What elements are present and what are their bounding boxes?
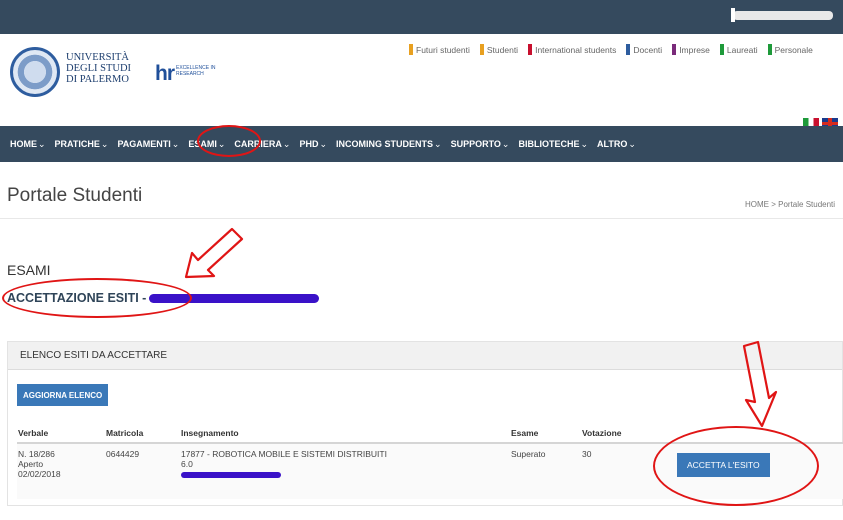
verbale-number: N. 18/286 [18,449,55,459]
cell-esame: Superato [511,449,546,459]
table-header: Verbale Matricola Insegnamento Esame Vot… [17,424,843,444]
nav-supporto[interactable]: SUPPORTO⌄ [451,139,510,150]
hr-subtext: EXCELLENCE IN RESEARCH [176,65,216,77]
cell-verbale: N. 18/286 Aperto 02/02/2018 [17,449,106,499]
cell-insegnamento: 17877 - ROBOTICA MOBILE E SISTEMI DISTRI… [181,449,511,499]
chevron-down-icon: ⌄ [171,138,180,149]
user-name-redacted [731,8,833,22]
breadcrumb-current: Portale Studenti [769,200,835,209]
site-header: UNIVERSITÀ DEGLI STUDI DI PALERMO hr EXC… [0,34,843,129]
subsection-title-text: ACCETTAZIONE ESITI - [7,291,147,305]
column-header-votazione[interactable]: Votazione [582,428,642,438]
breadcrumb: HOMEPortale Studenti [745,200,835,209]
link-futuri-studenti[interactable]: Futuri studenti [409,44,470,55]
audience-links: Futuri studenti Studenti International s… [409,44,813,55]
results-panel: ELENCO ESITI DA ACCETTARE AGGIORNA ELENC… [7,341,843,506]
link-docenti[interactable]: Docenti [626,44,662,55]
university-name-line: DEGLI STUDI [66,63,132,74]
verbale-status: Aperto [18,459,44,469]
chevron-down-icon: ⌄ [434,138,442,149]
university-name-line: DI PALERMO [66,74,129,85]
university-name[interactable]: UNIVERSITÀ DEGLI STUDI DI PALERMO [66,52,131,85]
column-header-esame[interactable]: Esame [511,428,582,438]
hr-mark: hr [155,62,175,85]
nav-pagamenti[interactable]: PAGAMENTI⌄ [117,139,179,150]
top-bar [0,0,843,34]
cell-matricola: 0644429 [106,449,140,459]
column-header-matricola[interactable]: Matricola [106,428,181,438]
refresh-list-button[interactable]: AGGIORNA ELENCO [17,384,109,406]
section-title: ESAMI [7,262,51,278]
hr-excellence-logo[interactable]: hr EXCELLENCE IN RESEARCH [155,62,215,86]
nav-altro[interactable]: ALTRO⌄ [597,139,636,150]
link-laureati[interactable]: Laureati [719,44,758,55]
nav-esami[interactable]: ESAMI⌄ [188,139,225,150]
chevron-down-icon: ⌄ [319,138,328,149]
cell-votazione: 30 [582,449,592,459]
nav-incoming-students[interactable]: INCOMING STUDENTS⌄ [336,139,442,150]
chevron-down-icon: ⌄ [38,138,46,149]
chevron-down-icon: ⌄ [217,138,226,149]
main-nav: HOME⌄ PRATICHE⌄ PAGAMENTI⌄ ESAMI⌄ CARRIE… [0,126,843,162]
chevron-down-icon: ⌄ [501,138,510,149]
nav-phd[interactable]: PHD⌄ [299,139,327,150]
redacted-teacher-name [181,472,281,478]
university-seal-logo[interactable] [10,47,60,97]
chevron-down-icon: ⌄ [628,138,636,149]
column-header-verbale[interactable]: Verbale [17,428,106,438]
verbale-date: 02/02/2018 [18,469,61,479]
panel-heading: ELENCO ESITI DA ACCETTARE [8,342,842,370]
subsection-title: ACCETTAZIONE ESITI - [7,291,320,305]
chevron-down-icon: ⌄ [580,138,589,149]
chevron-down-icon: ⌄ [100,138,109,149]
university-name-line: UNIVERSITÀ [66,52,129,63]
link-international-students[interactable]: International students [528,44,616,55]
nav-carriera[interactable]: CARRIERA⌄ [234,139,290,150]
annotation-arrow-title [184,227,244,279]
link-studenti[interactable]: Studenti [479,44,518,55]
column-header-insegnamento[interactable]: Insegnamento [181,428,511,438]
page-title: Portale Studenti [7,185,143,206]
chevron-down-icon: ⌄ [282,138,291,149]
nav-biblioteche[interactable]: BIBLIOTECHE⌄ [518,139,588,150]
accept-result-button[interactable]: ACCETTA L'ESITO [677,453,770,477]
nav-home[interactable]: HOME⌄ [10,139,46,150]
course-cfu: 6.0 [181,459,193,469]
divider [0,218,843,219]
course-name: 17877 - ROBOTICA MOBILE E SISTEMI DISTRI… [181,449,387,459]
breadcrumb-home[interactable]: HOME [745,200,769,209]
nav-pratiche[interactable]: PRATICHE⌄ [55,139,109,150]
link-imprese[interactable]: Imprese [672,44,710,55]
redacted-student-name [149,293,320,303]
link-personale[interactable]: Personale [767,44,813,55]
